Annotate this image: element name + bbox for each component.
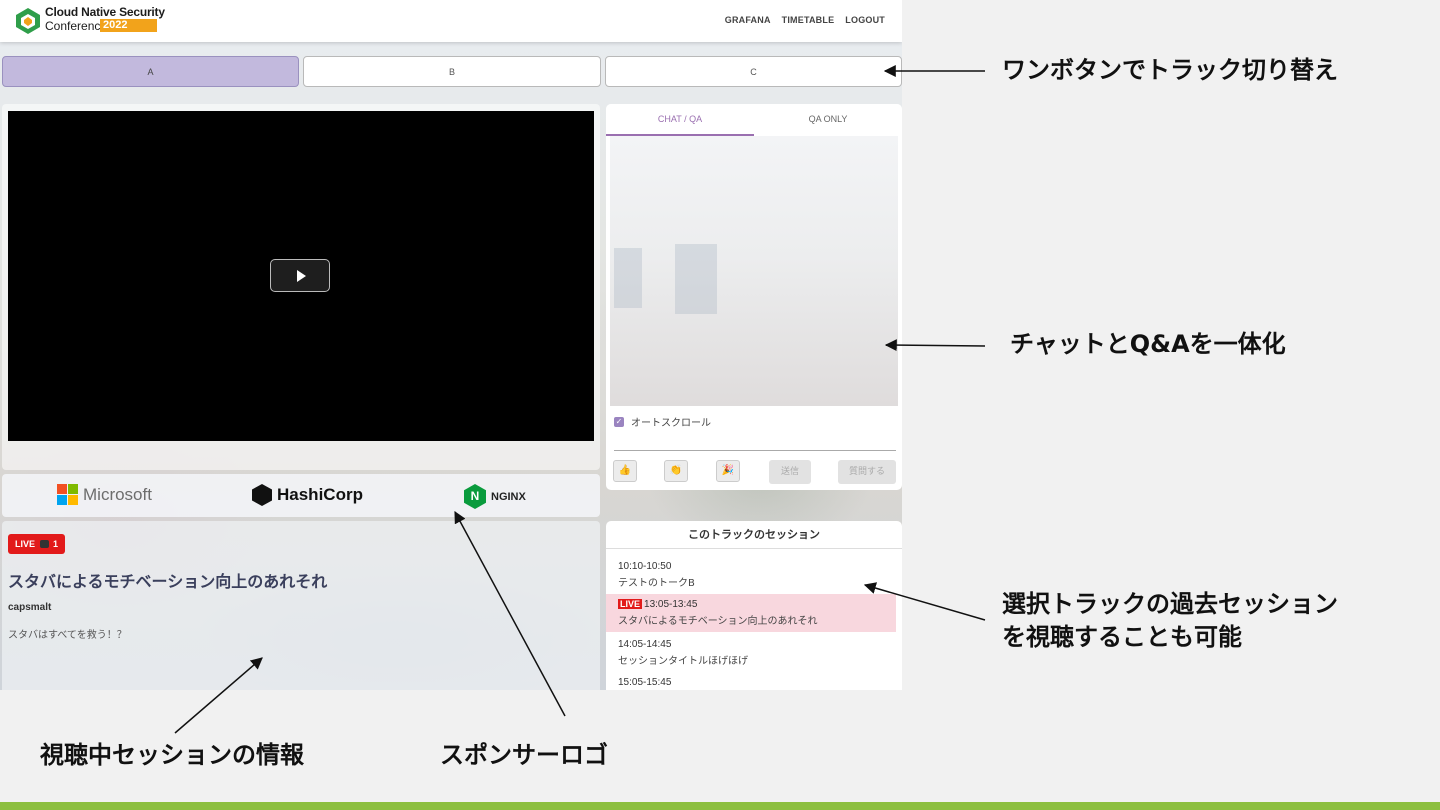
annotation-past-sessions-line2: を視聴することも可能 [1002,623,1242,651]
app-screenshot: Cloud Native Security Conference 2022 GR… [0,0,902,690]
logo-title: Cloud Native Security [45,5,165,19]
sessions-heading: このトラックのセッション [606,521,902,549]
annotation-session-info: 視聴中セッションの情報 [40,741,304,769]
nav-logout-link[interactable]: LOGOUT [845,15,885,25]
live-tag: LIVE [618,599,643,609]
chat-panel: CHAT / QA QA ONLY ✓ オートスクロール 👍 👏 🎉 送信 質問… [606,104,902,490]
annotation-chat-qa: チャットとQ&Aを一体化 [1010,330,1286,358]
session-list-item[interactable]: 14:05-14:45 セッションタイトルほげほげ [606,639,896,667]
autoscroll-toggle[interactable]: ✓ オートスクロール [614,414,711,429]
session-list-item[interactable]: 15:05-15:45 [606,677,896,688]
logo-subtitle: Conference [45,19,108,33]
nginx-name: NGINX [491,490,526,503]
session-name: スタバによるモチベーション向上のあれそれ [618,616,818,627]
viewer-count: 1 [53,539,59,549]
background-building [675,244,717,314]
session-time: 15:05-15:45 [618,677,672,688]
sponsor-hashicorp[interactable]: HashiCorp [252,484,363,506]
nginx-logo-icon: N [464,484,486,509]
session-description: スタバはすべてを救う！？ [8,630,127,641]
sponsor-nginx[interactable]: N NGINX [464,484,526,509]
annotation-sponsor-logo: スポンサーロゴ [440,741,608,769]
microsoft-logo-icon [57,484,78,505]
annotation-past-sessions-line1: 選択トラックの過去セッション [1002,590,1338,618]
autoscroll-label: オートスクロール [631,418,711,429]
viewer-icon [39,540,49,548]
thumbs-up-icon[interactable]: 👍 [613,460,637,482]
conference-logo-icon [16,8,40,34]
microsoft-name: Microsoft [83,484,152,504]
checkbox-icon[interactable]: ✓ [614,416,624,427]
session-name: セッションタイトルほげほげ [618,656,748,667]
tab-qa-only[interactable]: QA ONLY [754,104,902,136]
play-icon[interactable] [270,259,330,292]
nav-grafana-link[interactable]: GRAFANA [725,15,771,25]
session-time: 14:05-14:45 [618,639,672,650]
chat-tabs: CHAT / QA QA ONLY [606,104,902,136]
logo-year: 2022 [100,19,157,32]
session-name: テストのトークB [618,578,695,589]
clap-icon[interactable]: 👏 [664,460,688,482]
ask-question-button[interactable]: 質問する [838,460,896,484]
session-list-item-live[interactable]: LIVE 13:05-13:45 スタバによるモチベーション向上のあれそれ [606,594,896,632]
hashicorp-name: HashiCorp [277,485,363,504]
session-speaker: capsmalt [8,602,52,613]
track-b-button[interactable]: B [303,56,601,87]
track-sessions-panel: このトラックのセッション 10:10-10:50 テストのトークB LIVE 13… [606,521,902,690]
send-button[interactable]: 送信 [769,460,811,484]
live-label: LIVE [15,539,36,549]
top-header: Cloud Native Security Conference 2022 GR… [0,0,902,42]
nav-timetable-link[interactable]: TIMETABLE [782,15,835,25]
party-icon[interactable]: 🎉 [716,460,740,482]
tab-chat-qa[interactable]: CHAT / QA [606,104,754,136]
session-list-item[interactable]: 10:10-10:50 テストのトークB [606,561,896,589]
session-time: 13:05-13:45 [644,599,698,610]
annotation-track-switch: ワンボタンでトラック切り替え [1002,56,1338,84]
chat-input[interactable] [614,450,896,451]
track-c-button[interactable]: C [605,56,902,87]
chat-message-area[interactable] [610,136,898,406]
sponsor-microsoft[interactable]: Microsoft [57,484,152,505]
track-a-button[interactable]: A [2,56,299,87]
sponsor-bar: Microsoft HashiCorp N NGINX [2,474,600,517]
session-title: スタバによるモチベーション向上のあれそれ [8,572,328,591]
background-building [614,248,642,308]
bottom-accent-strip [0,802,1440,810]
session-info-card [2,521,600,690]
header-nav: GRAFANA TIMETABLE LOGOUT [725,15,885,25]
session-time-row: LIVE 13:05-13:45 [618,599,896,610]
hashicorp-logo-icon [252,484,272,506]
session-time: 10:10-10:50 [618,561,672,572]
live-badge: LIVE 1 [8,534,66,554]
